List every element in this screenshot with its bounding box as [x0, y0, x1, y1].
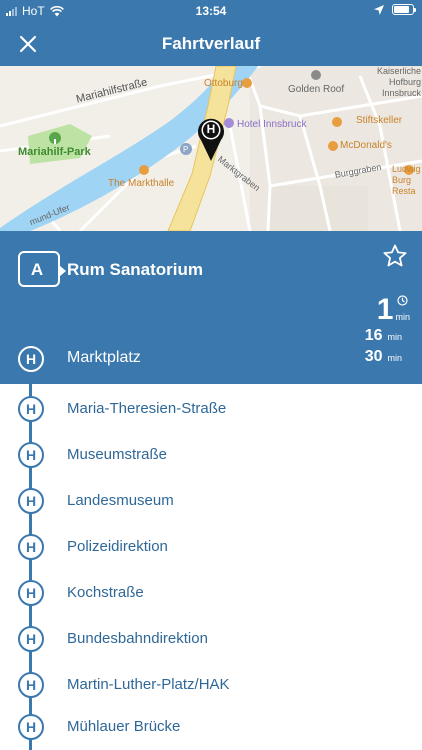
- stop-name: Landesmuseum: [67, 492, 174, 509]
- stop-name: Martin-Luther-Platz/HAK: [67, 676, 230, 693]
- screen: HoT 13:54 Fahrtverlauf P Mariahilfstraße…: [0, 0, 422, 750]
- bus-stop-icon: H: [18, 346, 44, 372]
- current-stop-name: Marktplatz: [67, 349, 141, 366]
- status-time: 13:54: [195, 4, 227, 18]
- page-title: Fahrtverlauf: [161, 34, 261, 53]
- stop-marker-letter: H: [206, 122, 216, 136]
- stop-marker-pin[interactable]: H: [197, 116, 225, 162]
- line-label: A: [30, 260, 44, 279]
- bus-stop-icon: H: [18, 534, 44, 560]
- bus-stop-icon: H: [18, 626, 44, 652]
- bus-stop-icon: H: [18, 714, 44, 740]
- map-label-poi: Hotel Innsbruck: [237, 119, 307, 130]
- map-view[interactable]: P Mariahilfstraße Mariahilf-Park The Mar…: [0, 66, 422, 231]
- departure-next: 1 min: [377, 295, 410, 325]
- location-arrow-icon: [374, 4, 384, 15]
- status-bar: HoT 13:54: [0, 0, 422, 22]
- map-label-poi: McDonald's: [340, 140, 392, 151]
- map-label-poi: Kaiserliche Hofburg Innsbruck: [376, 66, 421, 98]
- stop-list-item[interactable]: H Kochstraße: [0, 570, 422, 616]
- stop-list-item[interactable]: H Bundesbahndirektion: [0, 616, 422, 662]
- nav-bar: Fahrtverlauf: [0, 22, 422, 66]
- line-badge: A: [18, 251, 66, 287]
- favorite-button[interactable]: [382, 243, 408, 269]
- destination-label: Rum Sanatorium: [67, 260, 204, 279]
- map-label-poi: The Markthalle: [108, 178, 175, 189]
- current-stop-row[interactable]: H Marktplatz: [0, 341, 422, 381]
- bus-stop-icon: H: [18, 672, 44, 698]
- departure-unit: min: [395, 312, 410, 322]
- clock-icon: [397, 295, 408, 306]
- stop-list-item[interactable]: H Martin-Luther-Platz/HAK: [0, 662, 422, 708]
- stop-list-item[interactable]: H Maria-Theresien-Straße: [0, 386, 422, 432]
- bus-stop-icon: H: [18, 488, 44, 514]
- star-icon: [383, 244, 407, 267]
- departure-value: 1: [376, 293, 394, 326]
- bus-stop-icon: H: [18, 442, 44, 468]
- svg-text:P: P: [183, 145, 188, 154]
- map-label-poi: Stiftskeller: [356, 115, 403, 126]
- stop-name: Museumstraße: [67, 446, 168, 463]
- bus-stop-icon: H: [18, 396, 44, 422]
- route-header: A Rum Sanatorium 1 min 16 min 30 min H M…: [0, 231, 422, 384]
- stop-list-item[interactable]: H Landesmuseum: [0, 478, 422, 524]
- map-label-poi: Golden Roof: [288, 84, 345, 95]
- line-arrow-icon: [59, 265, 66, 277]
- stop-name: Bundesbahndirektion: [67, 630, 208, 647]
- stop-list: H Maria-Theresien-Straße H Museumstraße …: [0, 384, 422, 750]
- stop-name: Kochstraße: [67, 584, 144, 601]
- map-label-poi: Ottoburg: [204, 78, 243, 89]
- stop-list-item[interactable]: H Museumstraße: [0, 432, 422, 478]
- stop-name: Polizeidirektion: [67, 538, 168, 555]
- stop-name: Maria-Theresien-Straße: [67, 400, 227, 417]
- stop-list-item[interactable]: H Mühlauer Brücke: [0, 704, 422, 750]
- battery-icon: [392, 4, 416, 15]
- bus-stop-icon: H: [18, 580, 44, 606]
- stop-name: Mühlauer Brücke: [67, 718, 181, 735]
- map-label-park: Mariahilf-Park: [18, 146, 91, 158]
- map-label-poi: Ludwig Burg Resta: [392, 164, 421, 196]
- stop-list-item[interactable]: H Polizeidirektion: [0, 524, 422, 570]
